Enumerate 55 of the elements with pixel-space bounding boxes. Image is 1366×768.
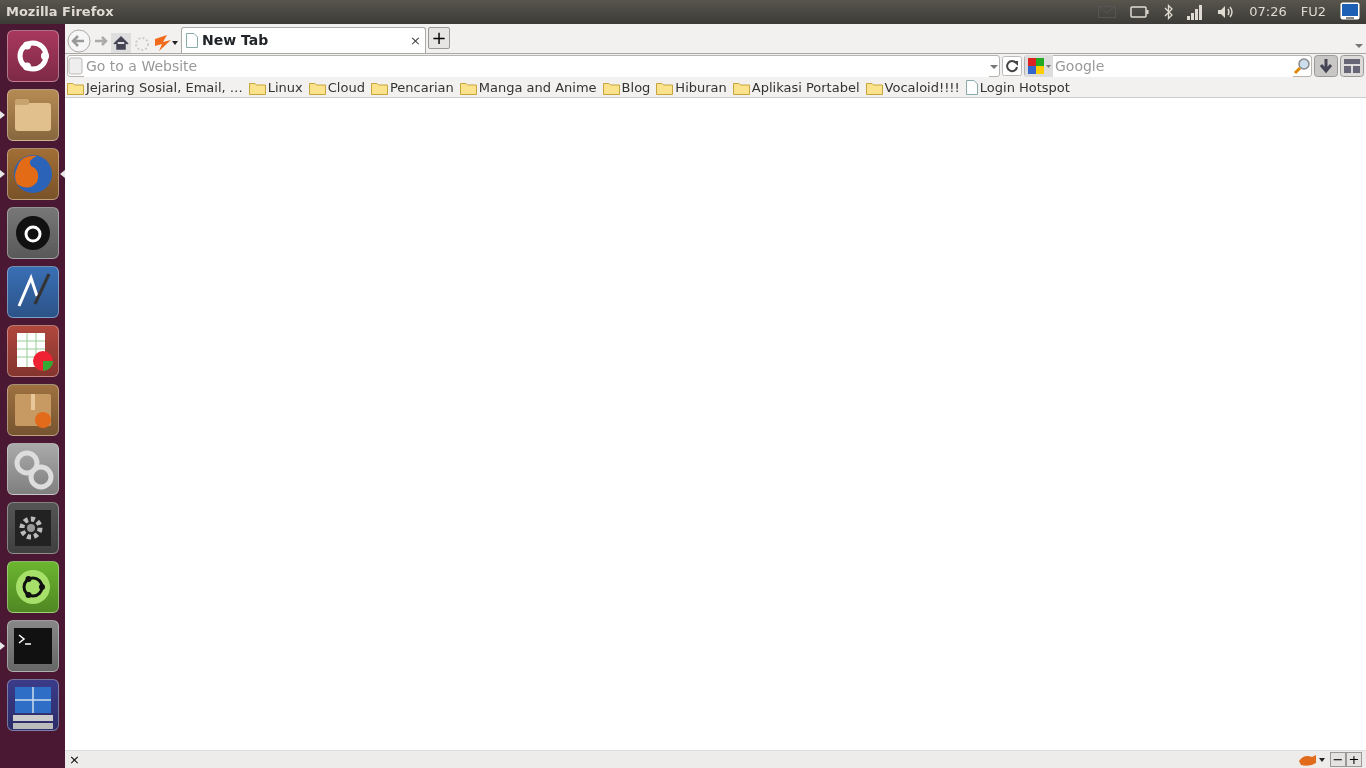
home-icon[interactable]: [111, 33, 131, 53]
page-icon: [68, 57, 84, 75]
folder-icon: [656, 80, 674, 95]
bookmark-link[interactable]: Login Hotspot: [965, 77, 1070, 98]
download-icon[interactable]: [1314, 55, 1338, 77]
launcher-item[interactable]: [6, 679, 59, 731]
launcher-item[interactable]: [6, 207, 59, 259]
lightning-icon[interactable]: [153, 33, 179, 53]
address-field[interactable]: Go to a Website: [67, 55, 1000, 77]
keyboard-layout[interactable]: FU2: [1300, 2, 1326, 22]
search-engine-icon[interactable]: [1025, 55, 1053, 77]
folder-icon: [602, 80, 620, 95]
launcher-item[interactable]: [6, 266, 59, 318]
zoom-out-button[interactable]: −: [1330, 752, 1346, 767]
folder-icon: [67, 80, 84, 95]
launcher-item[interactable]: [6, 325, 59, 377]
launcher-item[interactable]: [6, 384, 59, 436]
monitor-icon[interactable]: [1340, 2, 1360, 22]
browser-tab[interactable]: New Tab ×: [181, 27, 426, 53]
volume-icon[interactable]: [1217, 5, 1236, 19]
launcher-item[interactable]: [6, 30, 59, 82]
signal-icon[interactable]: [1187, 4, 1204, 20]
window-title: Mozilla Firefox: [5, 3, 114, 22]
bookmark-folder[interactable]: Pencarian: [370, 77, 454, 98]
bookmark-folder[interactable]: Hiburan: [656, 77, 727, 98]
back-icon[interactable]: [67, 29, 91, 53]
page-icon: [186, 33, 198, 48]
folder-icon: [732, 80, 750, 95]
bookmark-folder[interactable]: Jejaring Sosial, Email, …: [67, 77, 243, 98]
bookmark-folder[interactable]: Linux: [248, 77, 303, 98]
folder-icon: [459, 80, 477, 95]
bookmark-folder[interactable]: Manga and Anime: [459, 77, 597, 98]
grid-view-icon[interactable]: [1340, 55, 1364, 77]
launcher-item[interactable]: [6, 620, 59, 672]
battery-icon[interactable]: [1130, 6, 1151, 18]
folder-icon: [370, 80, 388, 95]
search-field[interactable]: Google: [1024, 55, 1312, 77]
folder-icon: [308, 80, 326, 95]
bookmark-folder[interactable]: Aplikasi Portabel: [732, 77, 860, 98]
reload-icon[interactable]: [1002, 56, 1022, 76]
bookmark-folder[interactable]: Vocaloid!!!!: [865, 77, 960, 98]
bluetooth-icon[interactable]: [1164, 4, 1174, 20]
bookmark-folder[interactable]: Cloud: [308, 77, 365, 98]
folder-icon: [865, 80, 883, 95]
launcher-item[interactable]: [6, 502, 59, 554]
launcher-item[interactable]: [6, 89, 59, 141]
clock[interactable]: 07:26: [1249, 2, 1287, 22]
folder-icon: [248, 80, 266, 95]
close-bar-button[interactable]: ×: [69, 752, 80, 767]
search-icon[interactable]: [1293, 57, 1311, 75]
close-tab-button[interactable]: ×: [410, 30, 421, 51]
new-tab-button[interactable]: +: [428, 27, 450, 49]
bookmark-folder[interactable]: Blog: [602, 77, 651, 98]
zoom-in-button[interactable]: +: [1346, 752, 1362, 767]
page-icon: [965, 80, 978, 95]
